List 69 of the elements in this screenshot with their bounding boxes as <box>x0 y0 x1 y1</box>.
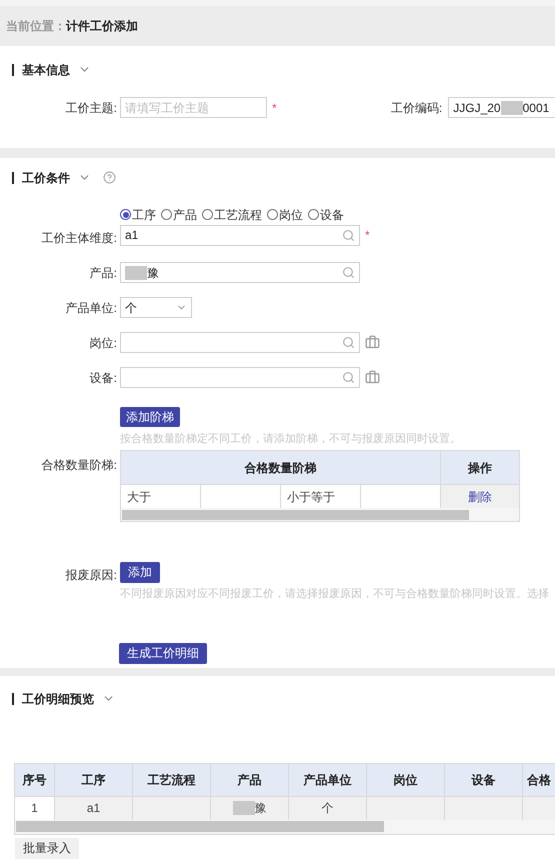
briefcase-icon[interactable] <box>365 370 380 385</box>
field-value: 0001 <box>522 100 550 116</box>
search-icon[interactable] <box>342 371 355 384</box>
section-title: 基本信息 <box>22 62 70 78</box>
field-label: 工价主体维度: <box>42 230 117 244</box>
breadcrumb-current: 计件工价添加 <box>66 18 138 35</box>
column-header: 合格 <box>527 772 551 788</box>
input-field[interactable]: 请填写工价主题 <box>120 97 267 118</box>
column-header: 操作 <box>466 460 493 476</box>
hint-text: 不同报废原因对应不同报废工价，请选择报废原因，不可与合格数量阶梯同时设置。选择 <box>120 586 549 602</box>
radio-option[interactable]: 工艺流程 <box>202 206 262 224</box>
field-label: 工价编码: <box>390 100 442 116</box>
required-mark: * <box>272 100 277 116</box>
add-button[interactable]: 添加 <box>120 562 160 582</box>
field-value: JJGJ_20 <box>453 100 501 116</box>
section-title: 工价条件 <box>22 170 70 186</box>
field-value: 豫 <box>147 264 159 282</box>
column-header: 工序 <box>82 772 106 788</box>
table-cell-text: 大于 <box>127 488 151 506</box>
batch-entry-button[interactable]: 批量录入 <box>15 838 79 858</box>
section-title: 工价明细预览 <box>22 690 94 708</box>
redaction-mark <box>125 266 147 280</box>
briefcase-icon[interactable] <box>365 335 380 350</box>
radio-option[interactable]: 工序 <box>120 206 156 224</box>
table-cell-text: 1 <box>31 800 38 817</box>
column-header: 设备 <box>472 772 496 788</box>
section-marker <box>12 64 14 76</box>
redaction-mark <box>500 100 523 114</box>
search-field[interactable]: 豫 <box>120 262 360 283</box>
table-cell-text: 个 <box>322 800 334 817</box>
table-cell-text: a1 <box>86 800 100 817</box>
radio-option[interactable]: 岗位 <box>267 206 303 224</box>
search-field[interactable]: a1 <box>120 224 360 246</box>
field-label: 设备: <box>90 370 117 384</box>
section-marker <box>12 172 14 184</box>
column-header: 岗位 <box>394 772 418 788</box>
field-label: 产品单位: <box>66 300 117 314</box>
scrollbar-thumb[interactable] <box>122 510 469 520</box>
required-mark: * <box>365 227 370 244</box>
field-label: 报废原因: <box>66 568 117 582</box>
field-label: 合格数量阶梯: <box>42 458 117 472</box>
generate-button[interactable]: 生成工价明细 <box>119 642 207 664</box>
table-cell-text: 豫 <box>254 800 266 817</box>
help-icon[interactable] <box>103 171 116 184</box>
search-field[interactable] <box>120 332 360 353</box>
field-value: a1 <box>125 227 138 244</box>
column-header: 工艺流程 <box>148 772 196 788</box>
search-icon[interactable] <box>342 336 355 349</box>
input-field[interactable]: JJGJ_20 0001 <box>448 97 555 118</box>
field-label: 岗位: <box>90 336 117 350</box>
section-marker <box>12 692 14 704</box>
field-label: 产品: <box>90 266 117 280</box>
column-header: 产品单位 <box>304 772 352 788</box>
add-ladder-button[interactable]: 添加阶梯 <box>120 406 180 426</box>
radio-option[interactable]: 产品 <box>161 206 197 224</box>
table-cell-text: 小于等于 <box>287 488 335 506</box>
search-icon[interactable] <box>342 266 355 279</box>
search-field[interactable] <box>120 367 360 388</box>
search-icon[interactable] <box>342 228 355 242</box>
breadcrumb-label: 当前位置： <box>6 18 66 35</box>
redaction-mark <box>232 801 254 815</box>
field-label: 工价主题: <box>66 100 117 114</box>
column-header: 序号 <box>22 772 46 788</box>
scrollbar-thumb[interactable] <box>16 821 384 832</box>
radio-option[interactable]: 设备 <box>308 206 344 224</box>
column-header: 产品 <box>238 772 262 788</box>
hint-text: 按合格数量阶梯定不同工价，请添加阶梯，不可与报废原因同时设置。 <box>120 432 462 446</box>
column-header: 合格数量阶梯 <box>121 451 441 484</box>
unit-select[interactable]: 个 <box>120 297 192 318</box>
